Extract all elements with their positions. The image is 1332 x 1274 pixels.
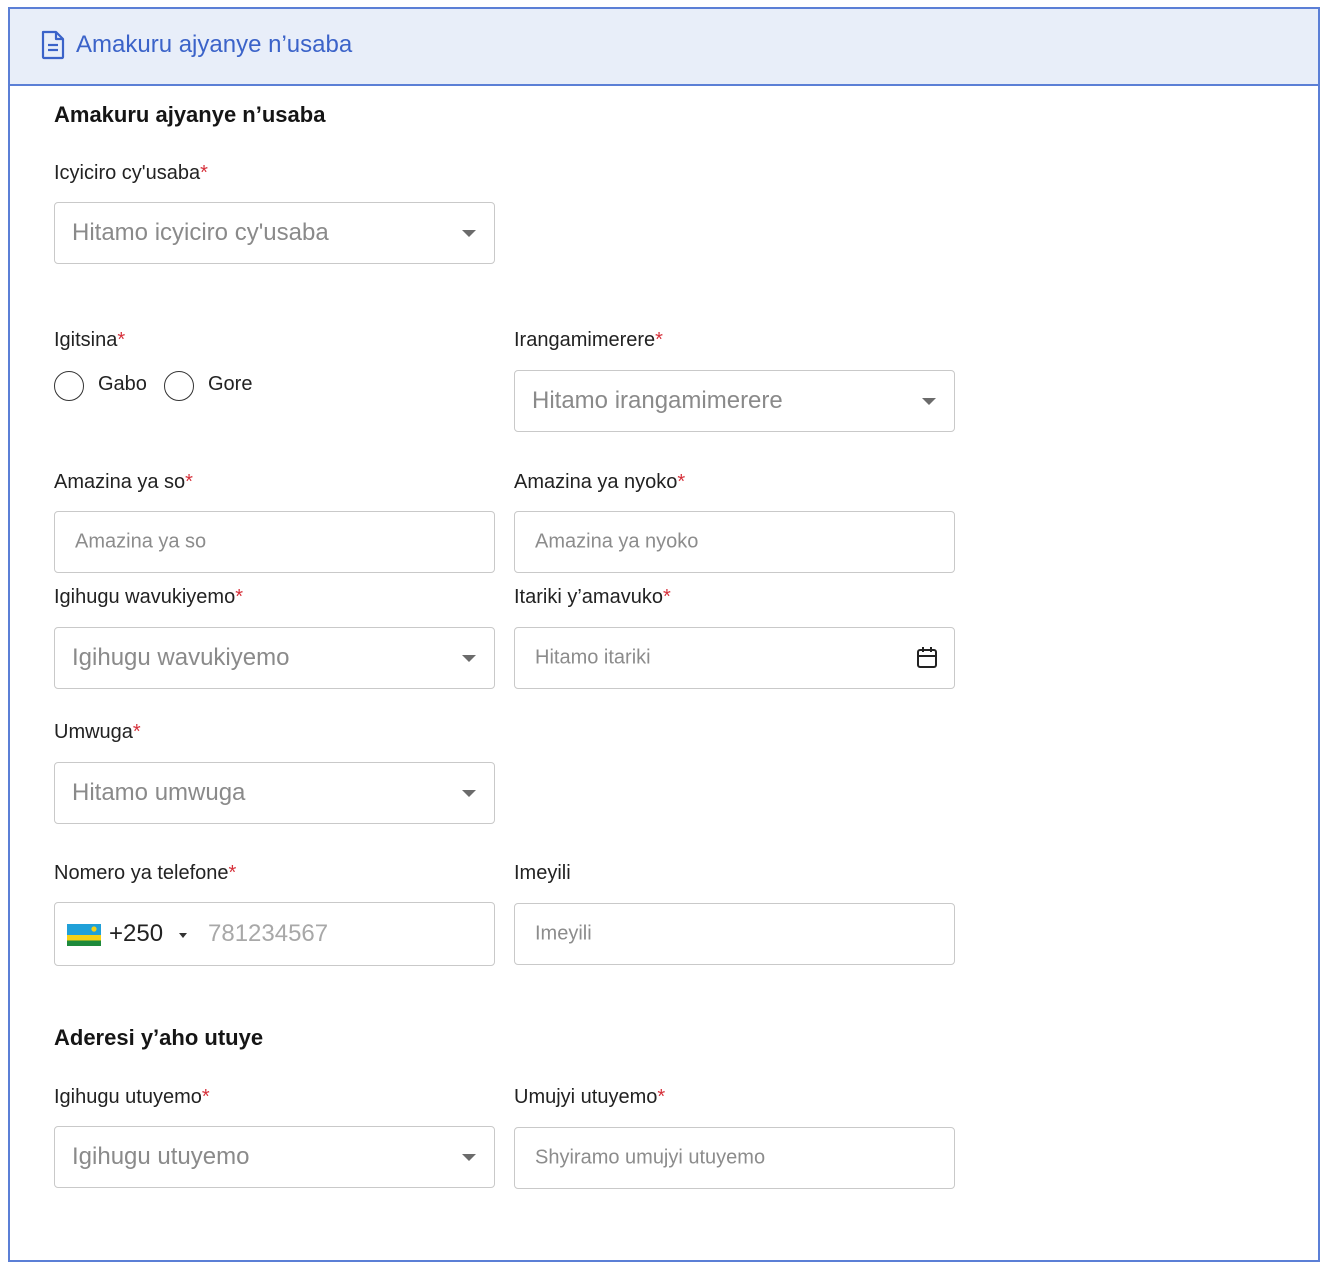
gender-label: Igitsina* xyxy=(54,329,126,351)
occupation-label: Umwuga* xyxy=(54,721,141,743)
father-name-input[interactable]: Amazina ya so xyxy=(54,511,495,573)
applicant-category-placeholder: Hitamo icyiciro cy'usaba xyxy=(72,219,329,246)
residence-city-label: Umujyi utuyemo* xyxy=(514,1086,666,1108)
chevron-down-icon xyxy=(462,230,476,237)
residence-country-placeholder: Igihugu utuyemo xyxy=(72,1143,250,1170)
birth-date-label: Itariki y’amavuko* xyxy=(514,586,671,608)
marital-status-select[interactable]: Hitamo irangamimerere xyxy=(514,370,955,432)
gender-radio-gabo[interactable] xyxy=(54,371,84,401)
chevron-down-icon xyxy=(462,790,476,797)
email-label: Imeyili xyxy=(514,862,571,884)
country-code[interactable]: +250 xyxy=(109,920,163,948)
mother-name-placeholder: Amazina ya nyoko xyxy=(535,530,699,553)
father-name-label: Amazina ya so* xyxy=(54,471,193,493)
caret-down-icon[interactable] xyxy=(179,933,187,938)
gender-radio-gore[interactable] xyxy=(164,371,194,401)
phone-input[interactable]: +250 781234567 xyxy=(54,902,495,966)
birth-date-picker[interactable]: Hitamo itariki xyxy=(514,627,955,689)
phone-label: Nomero ya telefone* xyxy=(54,862,237,884)
residence-city-input[interactable]: Shyiramo umujyi utuyemo xyxy=(514,1127,955,1189)
birth-country-placeholder: Igihugu wavukiyemo xyxy=(72,644,290,671)
birth-country-label: Igihugu wavukiyemo* xyxy=(54,586,244,608)
section-title-address: Aderesi y’aho utuye xyxy=(54,1025,264,1050)
residence-country-select[interactable]: Igihugu utuyemo xyxy=(54,1126,495,1188)
mother-name-label: Amazina ya nyoko* xyxy=(514,471,686,493)
chevron-down-icon xyxy=(922,398,936,405)
section-title-applicant: Amakuru ajyanye n’usaba xyxy=(54,102,326,127)
birth-country-select[interactable]: Igihugu wavukiyemo xyxy=(54,627,495,689)
card-header-title: Amakuru ajyanye n’usaba xyxy=(76,31,353,58)
residence-country-label: Igihugu utuyemo* xyxy=(54,1086,210,1108)
birth-date-placeholder: Hitamo itariki xyxy=(535,646,651,669)
email-placeholder: Imeyili xyxy=(535,922,592,945)
mother-name-input[interactable]: Amazina ya nyoko xyxy=(514,511,955,573)
phone-placeholder: 781234567 xyxy=(208,920,329,947)
calendar-icon[interactable] xyxy=(916,646,938,670)
email-input[interactable]: Imeyili xyxy=(514,903,955,965)
marital-status-label: Irangamimerere* xyxy=(514,329,663,351)
gender-option-gabo-label[interactable]: Gabo xyxy=(98,373,147,396)
document-icon xyxy=(41,30,65,60)
chevron-down-icon xyxy=(462,655,476,662)
residence-city-placeholder: Shyiramo umujyi utuyemo xyxy=(535,1146,766,1169)
applicant-category-label: Icyiciro cy'usaba* xyxy=(54,162,208,184)
gender-option-gore-label[interactable]: Gore xyxy=(208,373,252,396)
applicant-category-select[interactable]: Hitamo icyiciro cy'usaba xyxy=(54,202,495,264)
rwanda-flag-icon[interactable] xyxy=(67,924,101,946)
father-name-placeholder: Amazina ya so xyxy=(75,530,207,553)
card-header: Amakuru ajyanye n’usaba xyxy=(10,9,1318,86)
occupation-placeholder: Hitamo umwuga xyxy=(72,779,246,806)
form-card: Amakuru ajyanye n’usaba Amakuru ajyanye … xyxy=(8,7,1320,1262)
chevron-down-icon xyxy=(462,1154,476,1161)
occupation-select[interactable]: Hitamo umwuga xyxy=(54,762,495,824)
marital-status-placeholder: Hitamo irangamimerere xyxy=(532,387,783,414)
